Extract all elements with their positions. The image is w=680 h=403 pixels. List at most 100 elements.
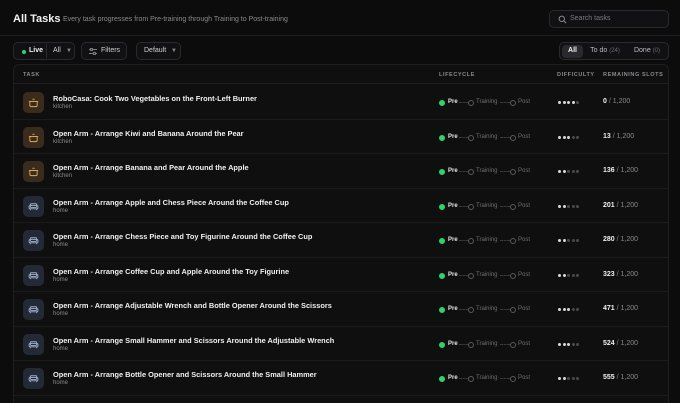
page-title: All Tasks (13, 13, 61, 25)
difficulty-dot (571, 308, 575, 311)
table-row[interactable]: Open Arm - Arrange Bottle Opener and Sci… (14, 361, 668, 396)
difficulty-dot (558, 170, 561, 173)
task-category: home (53, 242, 69, 248)
difficulty-dot (562, 377, 566, 380)
difficulty-dot (571, 204, 575, 208)
filters-button[interactable]: Filters (81, 42, 127, 60)
difficulty-dot (576, 239, 579, 242)
status-tabs: All To do (24) Done (0) (559, 42, 669, 60)
table-row[interactable]: Open Arm - Arrange Chess Piece and Toy F… (14, 223, 668, 258)
remaining-slots: 555 / 1,200 (603, 374, 639, 381)
difficulty-dot (576, 342, 579, 346)
lifecycle-post-dot (510, 100, 516, 106)
lifecycle-pre-label: Pre (448, 168, 458, 174)
lifecycle-pre-label: Pre (448, 375, 458, 381)
remaining-slots: 323 / 1,200 (603, 270, 639, 278)
lifecycle-training-label: Training (476, 375, 498, 381)
lifecycle-pre-dot (439, 272, 445, 279)
difficulty-dot (567, 135, 570, 139)
pill-divider (46, 44, 47, 58)
tab-todo[interactable]: To do (24) (585, 45, 625, 58)
remaining-slots: 13 / 1,200 (603, 132, 635, 140)
tasks-table: TASK LIFECYCLE DIFFICULTY REMAINING SLOT… (13, 64, 669, 403)
lifecycle-post-label: Post (518, 375, 531, 381)
lifecycle-pre-dot (439, 203, 445, 210)
slots-done: 555 (603, 374, 615, 381)
lifecycle-connector (500, 171, 510, 172)
lifecycle-pre-dot (439, 100, 445, 106)
column-lifecycle: LIFECYCLE (439, 72, 475, 78)
lifecycle-training-label: Training (476, 202, 498, 209)
difficulty-dot (567, 377, 570, 380)
lifecycle-connector (500, 136, 510, 138)
difficulty-dot (567, 101, 570, 104)
difficulty-dot (576, 273, 579, 277)
remaining-slots: 471 / 1,200 (603, 305, 639, 312)
search-placeholder: Search tasks (570, 15, 611, 22)
tab-done[interactable]: Done (0) (628, 45, 666, 58)
difficulty-rating (558, 204, 581, 209)
lifecycle-training-dot (468, 169, 474, 175)
remaining-slots: 136 / 1,200 (603, 167, 639, 174)
lifecycle-post-label: Post (518, 271, 531, 278)
lifecycle-training-dot (468, 238, 474, 244)
difficulty-rating (558, 377, 581, 381)
difficulty-dot (567, 170, 570, 173)
lifecycle-training-dot (468, 134, 474, 141)
lifecycle-training-label: Training (476, 237, 498, 243)
lifecycle-pre-label: Pre (448, 133, 458, 140)
slots-done: 201 (603, 201, 615, 209)
lifecycle-training-label: Training (476, 168, 498, 174)
difficulty-rating (558, 170, 581, 174)
lifecycle-pre-dot (439, 376, 445, 382)
lifecycle-training-label: Training (476, 340, 498, 347)
slots-total: 1,200 (620, 339, 639, 347)
difficulty-rating (558, 101, 581, 105)
difficulty-dot (576, 170, 579, 173)
table-row[interactable]: Open Arm - Arrange Small Hammer and Scis… (14, 327, 668, 361)
lifecycle-post-label: Post (518, 237, 531, 243)
table-row[interactable]: Open Arm - Arrange Coffee Cup and Apple … (14, 258, 668, 292)
difficulty-dot (558, 239, 561, 242)
lifecycle-post-dot (510, 169, 516, 175)
difficulty-dot (567, 308, 570, 311)
table-row[interactable]: Open Arm - Arrange Banana and Pear Aroun… (14, 154, 668, 189)
search-input[interactable]: Search tasks (549, 10, 669, 28)
difficulty-dot (558, 101, 561, 104)
chevron-down-icon: ▼ (66, 48, 72, 54)
lifecycle-post-dot (510, 238, 516, 244)
difficulty-dot (576, 135, 579, 139)
task-thumbnail (23, 92, 44, 113)
task-thumbnail (23, 299, 44, 320)
task-name: Open Arm - Arrange Bottle Opener and Sci… (53, 370, 317, 379)
slots-done: 471 (603, 305, 615, 312)
slots-total: 1,200 (612, 98, 631, 105)
lifecycle-pre-dot (439, 134, 445, 141)
table-row[interactable]: RoboCasa: Cook Two Vegetables on the Fro… (14, 85, 668, 120)
tab-all[interactable]: All (562, 45, 583, 58)
table-row[interactable]: Open Arm - Arrange Adjustable Wrench and… (14, 292, 668, 327)
slots-done: 136 (603, 167, 615, 174)
remaining-slots: 524 / 1,200 (603, 339, 639, 347)
lifecycle-post-label: Post (518, 168, 531, 174)
remaining-slots: 280 / 1,200 (603, 236, 639, 243)
difficulty-dot (571, 342, 575, 346)
task-category: home (53, 207, 69, 214)
sort-dropdown[interactable]: Default ▼ (136, 42, 181, 60)
difficulty-dot (562, 342, 566, 346)
slots-total: 1,200 (620, 236, 639, 243)
table-row[interactable]: Open Arm - Arrange Apple and Chess Piece… (14, 189, 668, 223)
table-header: TASK LIFECYCLE DIFFICULTY REMAINING SLOT… (14, 65, 668, 84)
task-name: Open Arm - Arrange Small Hammer and Scis… (53, 335, 335, 345)
lifecycle-pre-label: Pre (448, 237, 458, 243)
column-task: TASK (23, 72, 40, 78)
slots-done: 13 (603, 132, 611, 140)
remaining-slots: 0 / 1,200 (603, 98, 631, 105)
lifecycle-post-dot (510, 341, 516, 348)
live-filter-dropdown[interactable]: Live All ▼ (13, 42, 75, 60)
column-remaining-slots: REMAINING SLOTS (603, 72, 664, 78)
table-row[interactable]: Open Arm - Arrange Kiwi and Banana Aroun… (14, 120, 668, 154)
difficulty-dot (562, 204, 566, 208)
lifecycle-connector (500, 205, 510, 207)
slots-total: 1,200 (620, 167, 639, 174)
